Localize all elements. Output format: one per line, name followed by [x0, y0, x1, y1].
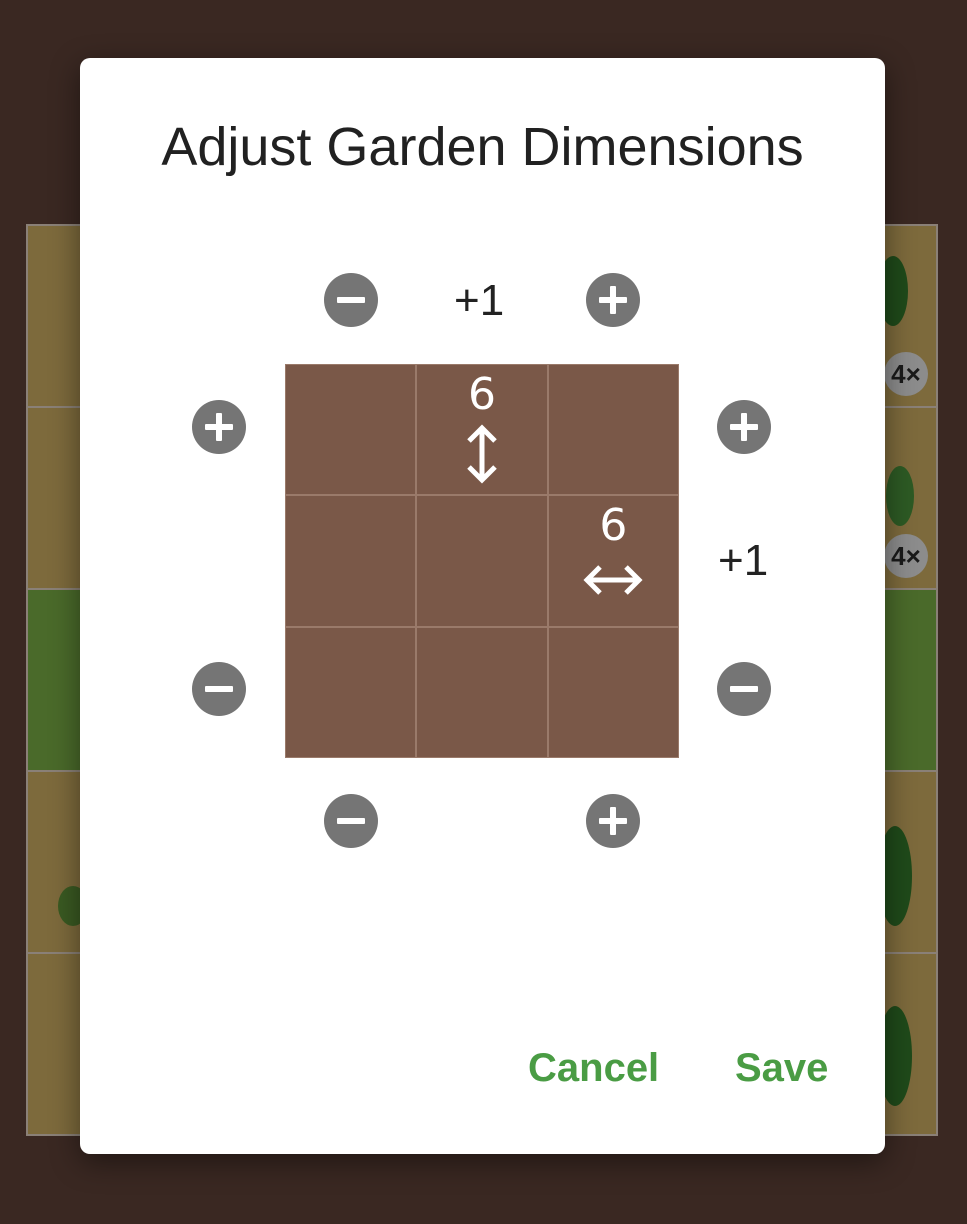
bottom-add-row-button[interactable] — [586, 794, 640, 848]
top-remove-row-button[interactable] — [324, 273, 378, 327]
plot-cell — [416, 626, 548, 758]
plot-cell: 6 — [547, 495, 679, 627]
width-value: 6 — [599, 500, 628, 552]
width-readout: 6 — [549, 502, 678, 600]
horizontal-arrow-icon — [583, 565, 643, 596]
right-delta-label: +1 — [718, 536, 769, 585]
save-button[interactable]: Save — [735, 1046, 828, 1091]
left-remove-column-button[interactable] — [192, 662, 246, 716]
plant-count-badge: 4× — [884, 352, 928, 396]
plant-leaf-icon — [886, 466, 914, 526]
left-add-column-button[interactable] — [192, 400, 246, 454]
adjust-dimensions-dialog: Adjust Garden Dimensions +1 +1 6 6 Cance… — [80, 58, 885, 1154]
plot-cell — [285, 364, 417, 496]
height-value: 6 — [467, 369, 496, 420]
top-add-row-button[interactable] — [586, 273, 640, 327]
dialog-title: Adjust Garden Dimensions — [161, 117, 804, 177]
cancel-button[interactable]: Cancel — [528, 1046, 659, 1091]
height-readout: 6 — [417, 371, 546, 485]
plot-cell — [285, 495, 417, 627]
plant-count-badge: 4× — [884, 534, 928, 578]
right-remove-column-button[interactable] — [717, 662, 771, 716]
bottom-remove-row-button[interactable] — [324, 794, 378, 848]
top-delta-label: +1 — [454, 276, 505, 325]
vertical-arrow-icon — [467, 424, 497, 484]
plot-cell: 6 — [416, 364, 548, 496]
plot-cell — [547, 364, 679, 496]
garden-plot-grid: 6 6 — [285, 364, 679, 758]
plot-cell — [416, 495, 548, 627]
plot-cell — [285, 626, 417, 758]
right-add-column-button[interactable] — [717, 400, 771, 454]
plot-cell — [547, 626, 679, 758]
